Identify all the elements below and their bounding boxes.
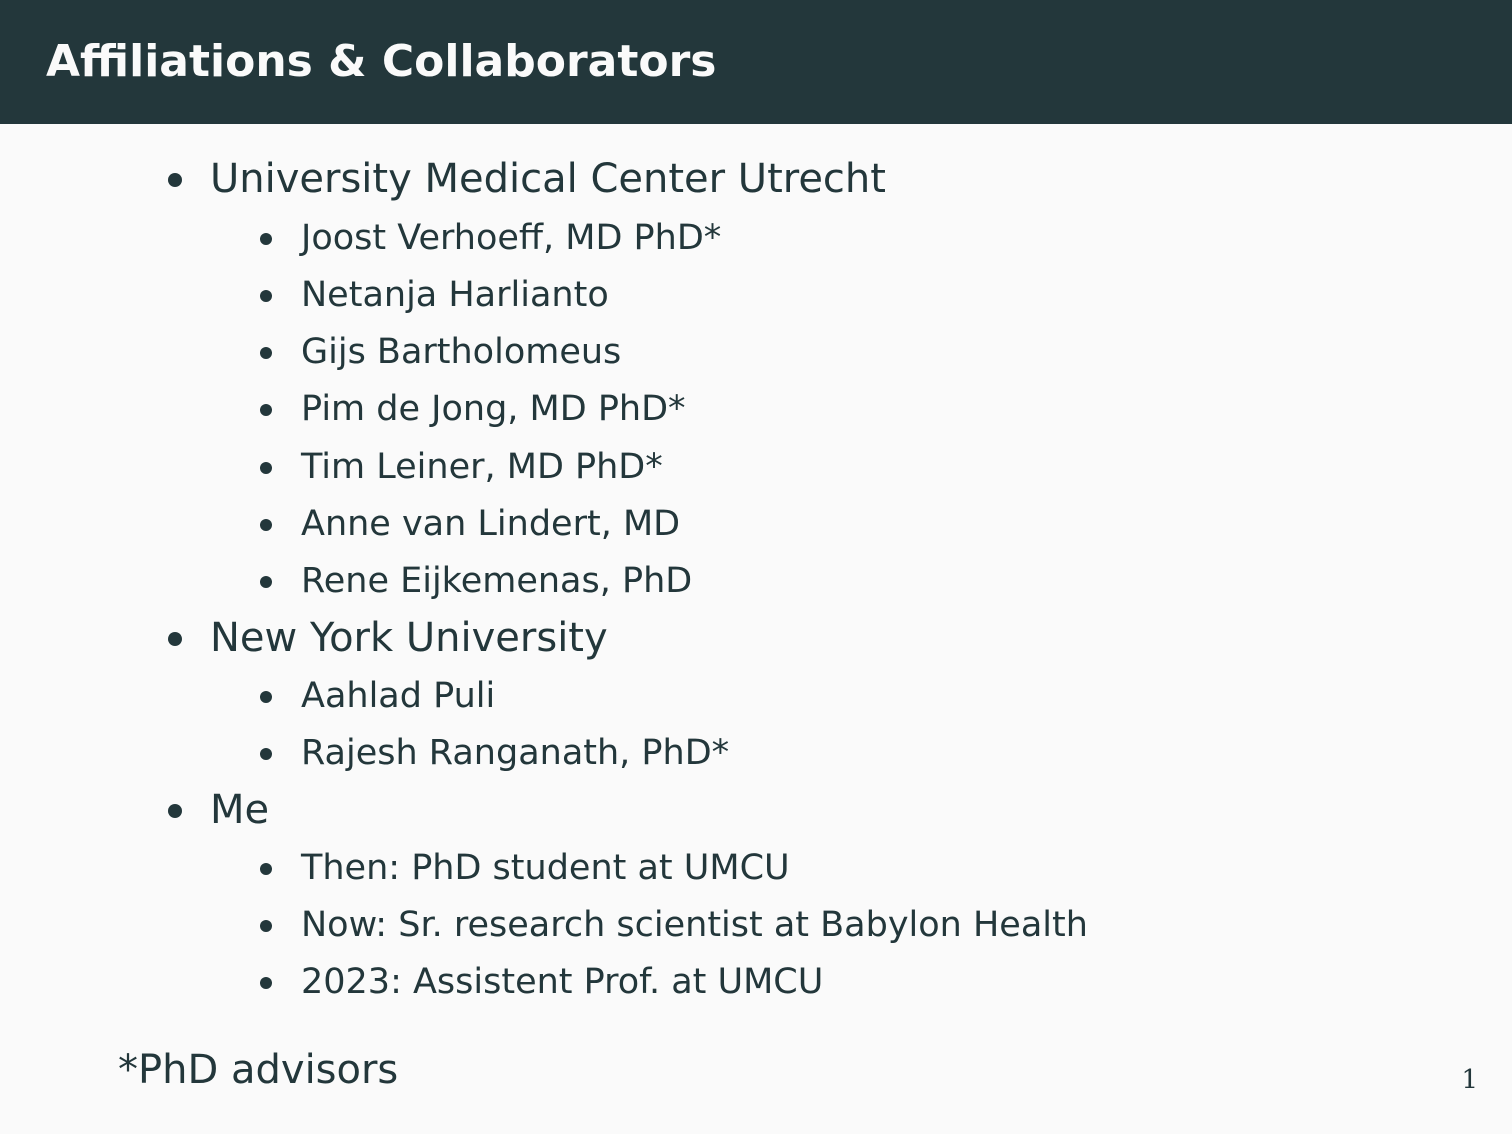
- bullet-icon: [168, 632, 182, 646]
- slide-title: Affiliations & Collaborators: [46, 36, 717, 87]
- footnote: *PhD advisors: [118, 1047, 399, 1093]
- bullet-icon: [260, 977, 272, 989]
- bullet-icon: [168, 804, 182, 818]
- page-number: 1: [1461, 1065, 1478, 1095]
- bullet-icon: [260, 748, 272, 760]
- bullet-icon: [260, 863, 272, 875]
- bullet-icon: [260, 290, 272, 302]
- slide-header: Affiliations & Collaborators: [0, 0, 1512, 124]
- bullet-icon: [260, 233, 272, 245]
- bullet-icon: [260, 920, 272, 932]
- bullet-icon: [260, 347, 272, 359]
- bullet-icon: [168, 173, 182, 187]
- bullet-icon: [260, 462, 272, 474]
- bullet-icon: [260, 691, 272, 703]
- bullet-icon: [260, 576, 272, 588]
- bullet-icon: [260, 404, 272, 416]
- bullet-icon: [260, 519, 272, 531]
